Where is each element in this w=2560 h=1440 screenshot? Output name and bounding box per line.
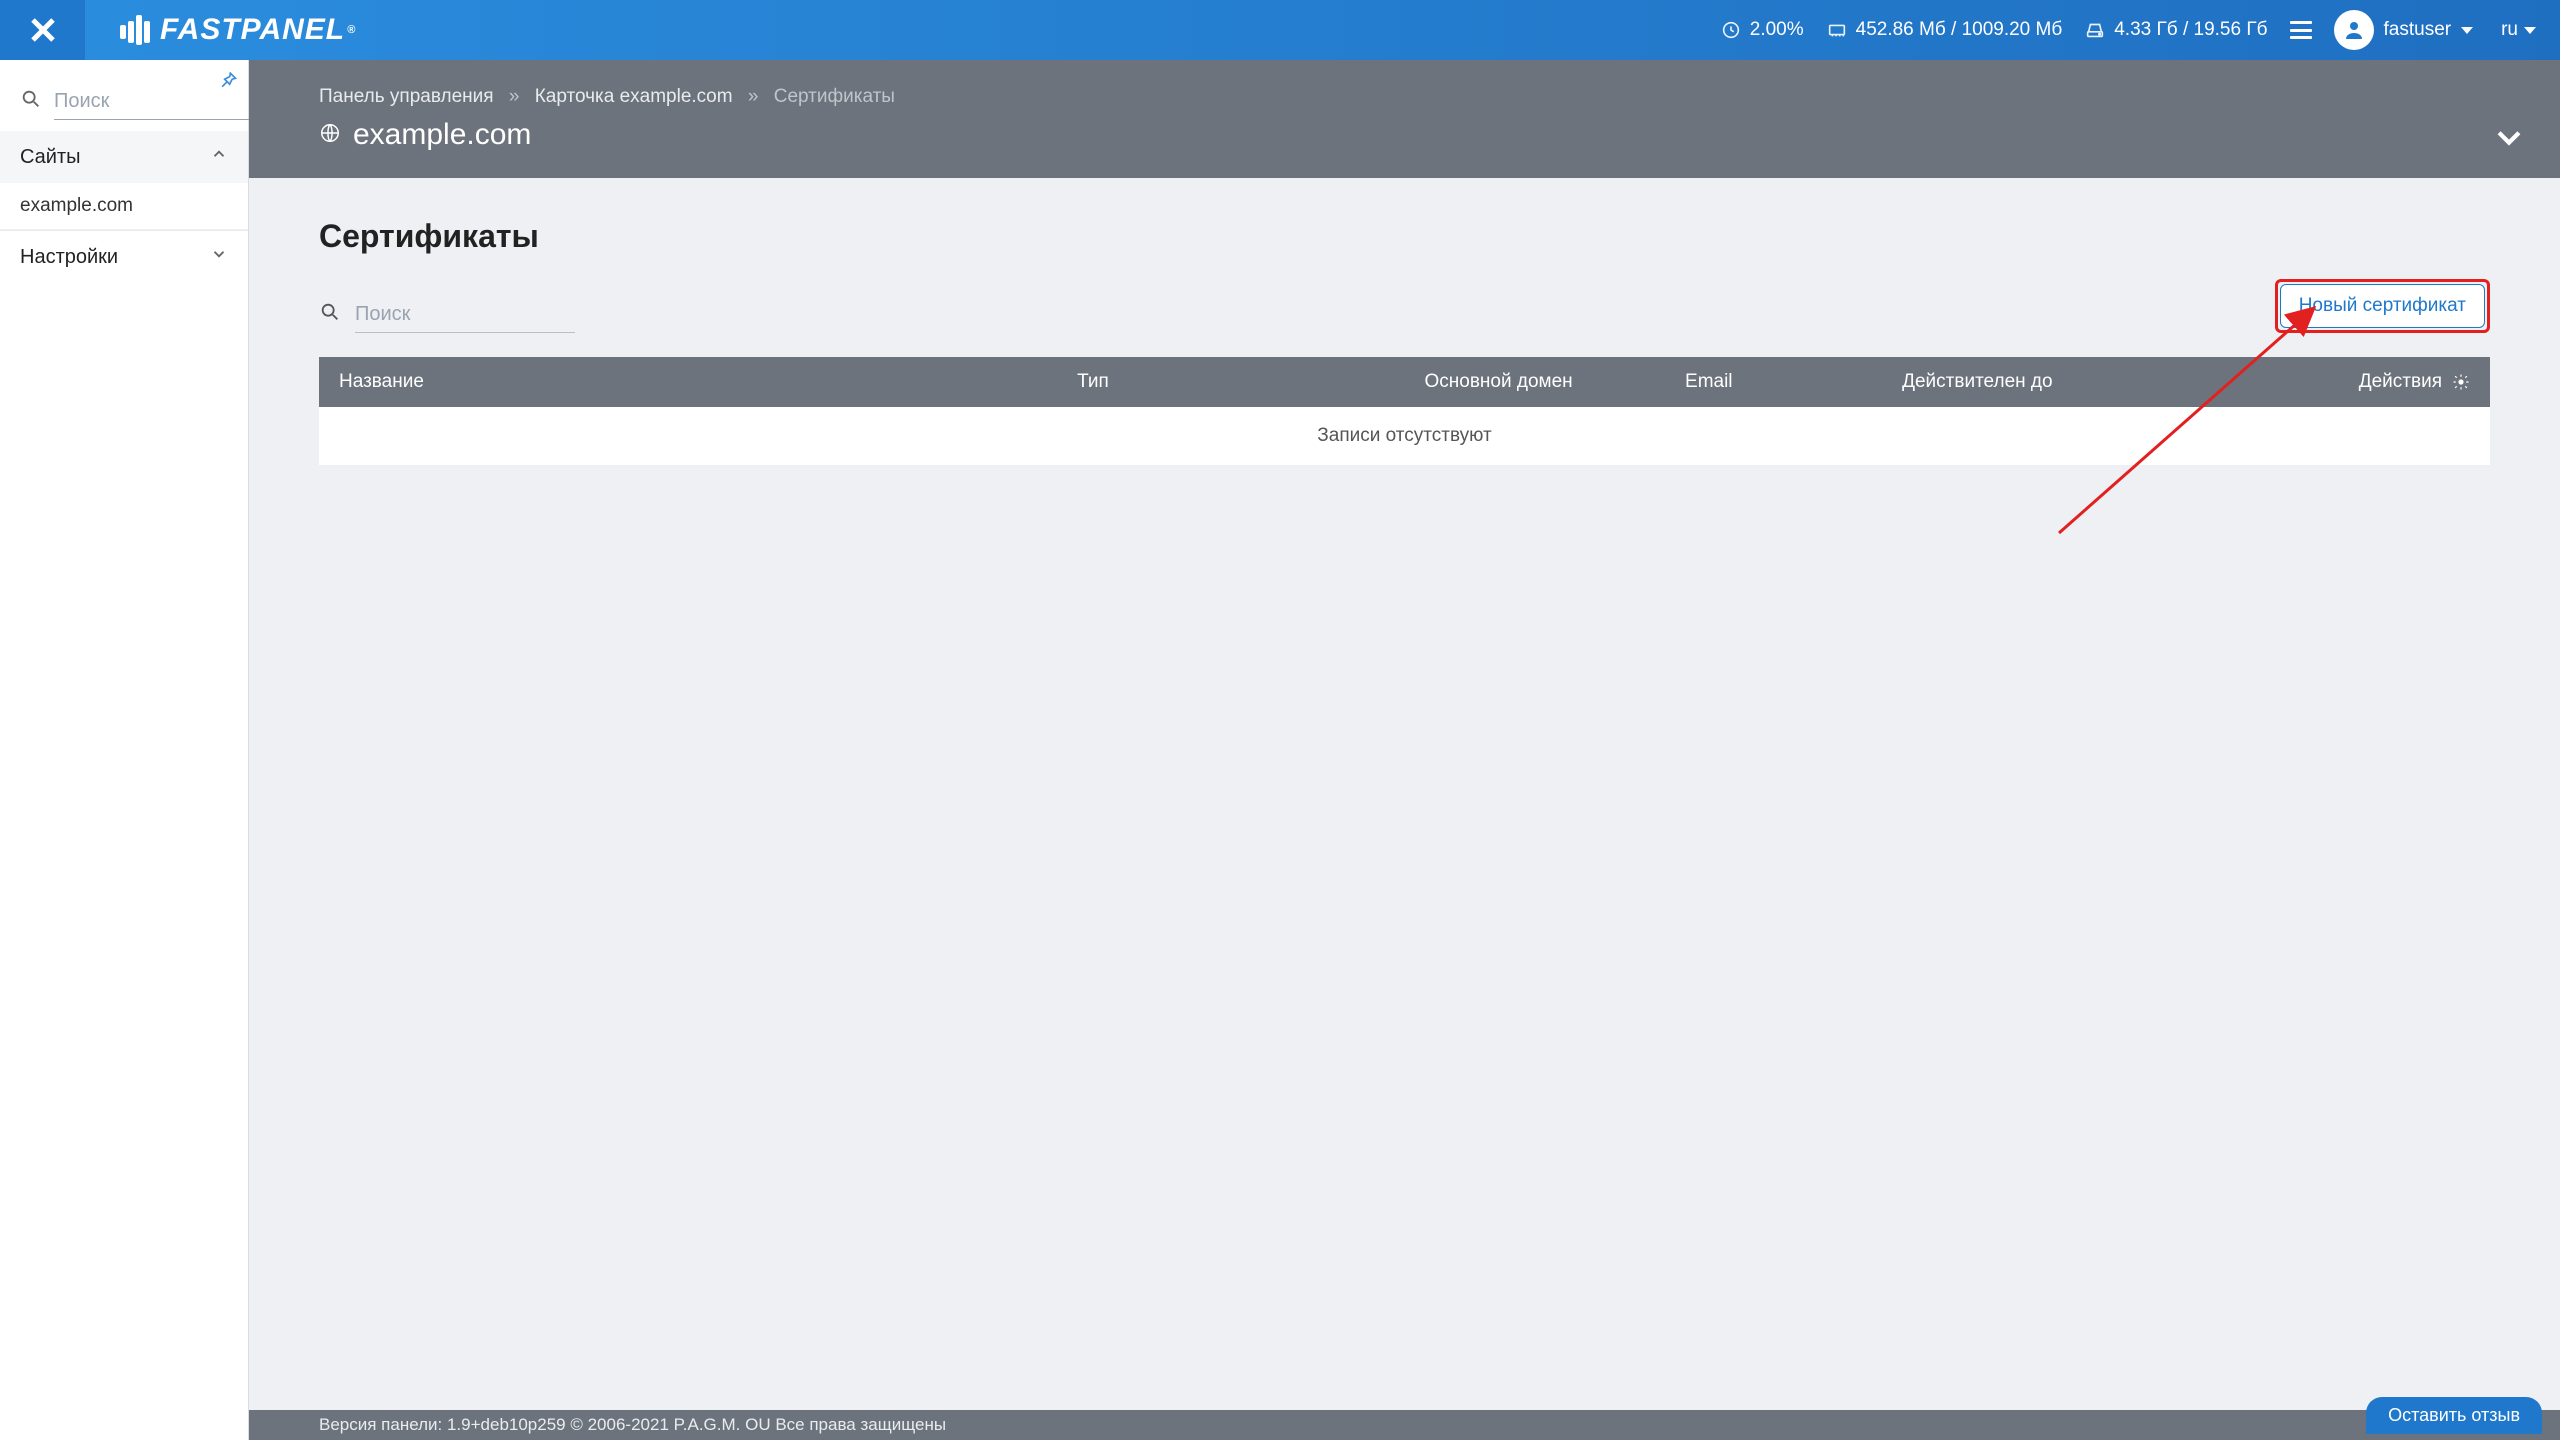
topbar-right: 2.00% 452.86 Мб / 1009.20 Мб 4.33 Гб / 1… (1720, 10, 2560, 50)
sidebar-group-settings-header[interactable]: Настройки (0, 231, 248, 283)
th-valid-until[interactable]: Действителен до (1882, 357, 2273, 407)
certificates-table: Название Тип Основной домен Email Действ… (319, 357, 2490, 466)
close-button[interactable] (0, 0, 85, 60)
pin-icon (218, 70, 238, 90)
language-switch[interactable]: ru (2501, 19, 2536, 41)
cpu-value: 2.00% (1750, 19, 1804, 41)
footer: Версия панели: 1.9+deb10p259 © 2006-2021… (249, 1410, 2560, 1440)
memory-icon (1826, 19, 1848, 41)
gear-icon (2452, 373, 2470, 391)
toolbar: Новый сертификат (319, 279, 2490, 333)
apps-menu-button[interactable] (2290, 21, 2312, 39)
site-title: example.com (319, 118, 2490, 152)
lang-label: ru (2501, 19, 2518, 41)
th-actions-label: Действия (2359, 371, 2442, 393)
breadcrumb-current: Сертификаты (774, 86, 895, 107)
breadcrumb-card[interactable]: Карточка example.com (535, 86, 733, 107)
sidebar-group-sites: Сайты example.com (0, 131, 248, 231)
brand-name: FASTPANEL (160, 13, 345, 47)
close-icon (28, 15, 58, 45)
chevron-down-icon (210, 245, 228, 269)
table-search-input[interactable] (355, 297, 575, 333)
brand-logo[interactable]: FASTPANEL® (120, 13, 356, 47)
chevron-up-icon (210, 145, 228, 169)
th-main-domain[interactable]: Основной домен (1405, 357, 1666, 407)
table-search (319, 297, 575, 333)
breadcrumb-sep: » (748, 86, 759, 107)
brand-reg: ® (347, 24, 356, 36)
cpu-stat[interactable]: 2.00% (1720, 19, 1804, 41)
memory-stat[interactable]: 452.86 Мб / 1009.20 Мб (1826, 19, 2063, 41)
new-certificate-button[interactable]: Новый сертификат (2280, 284, 2485, 328)
sidebar-group-sites-label: Сайты (20, 146, 81, 169)
chevron-down-icon (2461, 27, 2473, 34)
th-email[interactable]: Email (1665, 357, 1882, 407)
breadcrumb-sep: » (509, 86, 520, 107)
username-label: fastuser (2384, 19, 2452, 41)
pin-sidebar-button[interactable] (218, 70, 238, 96)
logo-bars-icon (120, 15, 150, 45)
user-menu[interactable]: fastuser (2334, 10, 2474, 50)
content-area: Сертификаты Новый сертификат Название Ти… (249, 178, 2560, 1410)
search-icon (319, 301, 341, 329)
avatar-icon (2334, 10, 2374, 50)
site-name-label: example.com (353, 118, 531, 152)
th-type[interactable]: Тип (1057, 357, 1404, 407)
th-name[interactable]: Название (319, 357, 1057, 407)
breadcrumb-root[interactable]: Панель управления (319, 86, 494, 107)
breadcrumb: Панель управления » Карточка example.com… (319, 86, 2490, 108)
page-subheader: Панель управления » Карточка example.com… (249, 60, 2560, 178)
disk-value: 4.33 Гб / 19.56 Гб (2114, 19, 2267, 41)
search-icon (20, 88, 42, 116)
globe-icon (319, 118, 341, 152)
chevron-down-icon (2524, 27, 2536, 34)
table-header-row: Название Тип Основной домен Email Действ… (319, 357, 2490, 407)
sidebar-group-sites-header[interactable]: Сайты (0, 131, 248, 183)
chevron-down-icon (2492, 120, 2526, 154)
sidebar: Сайты example.com Настройки (0, 60, 249, 1440)
disk-icon (2084, 19, 2106, 41)
annotation-highlight: Новый сертификат (2275, 279, 2490, 333)
sidebar-item-examplecom[interactable]: example.com (0, 183, 248, 230)
table-empty-label: Записи отсутствуют (319, 407, 2490, 466)
disk-stat[interactable]: 4.33 Гб / 19.56 Гб (2084, 19, 2267, 41)
cpu-icon (1720, 19, 1742, 41)
table-empty-row: Записи отсутствуют (319, 407, 2490, 466)
feedback-button[interactable]: Оставить отзыв (2366, 1397, 2542, 1434)
page-title: Сертификаты (319, 218, 2490, 255)
memory-value: 452.86 Мб / 1009.20 Мб (1856, 19, 2063, 41)
th-actions[interactable]: Действия (2273, 357, 2490, 407)
sidebar-search (0, 60, 248, 131)
sidebar-group-settings-label: Настройки (20, 246, 118, 269)
topbar: FASTPANEL® 2.00% 452.86 Мб / 1009.20 Мб … (0, 0, 2560, 60)
expand-subheader-button[interactable] (2492, 120, 2526, 160)
footer-version: Версия панели: 1.9+deb10p259 © 2006-2021… (319, 1415, 946, 1435)
